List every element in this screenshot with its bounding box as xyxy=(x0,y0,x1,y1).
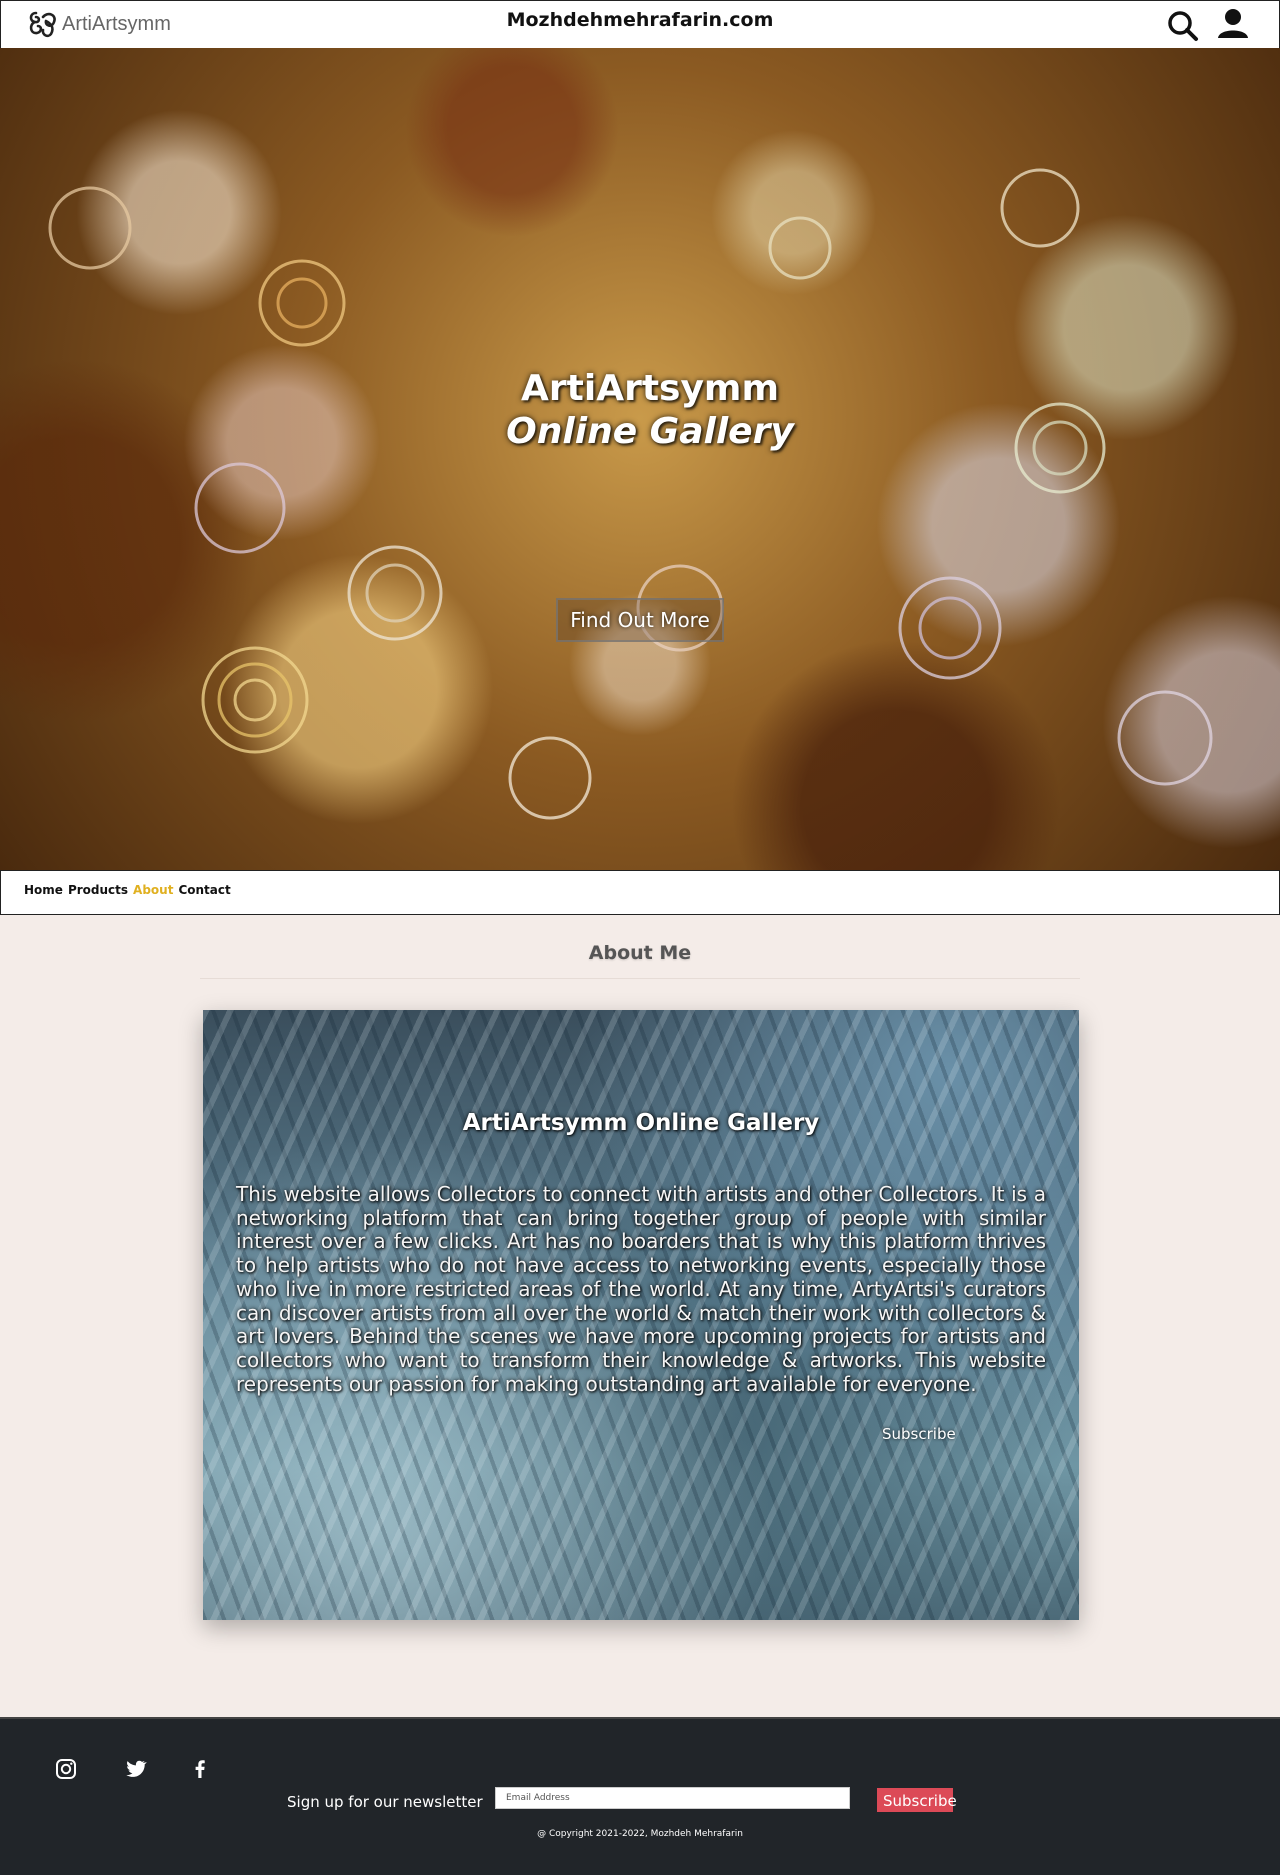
nav-bar: Home Products About Contact xyxy=(0,870,1280,915)
nav-item-home[interactable]: Home xyxy=(24,883,63,897)
logo-text: ArtiArtsymm xyxy=(62,12,171,35)
find-out-more-button[interactable]: Find Out More xyxy=(556,598,724,642)
top-header: ArtiArtsymm Mozhdehmehrafarin.com xyxy=(0,0,1280,49)
about-card: ArtiArtsymm Online Gallery This website … xyxy=(203,1010,1079,1620)
card-subscribe-link[interactable]: Subscribe xyxy=(882,1425,956,1443)
copyright-text: @ Copyright 2021-2022, Mozhdeh Mehrafari… xyxy=(537,1829,743,1839)
logo-icon xyxy=(29,11,56,38)
hero-title: ArtiArtsymm xyxy=(521,368,779,409)
card-title: ArtiArtsymm Online Gallery xyxy=(462,1110,820,1136)
newsletter-label: Sign up for our newsletter xyxy=(287,1793,483,1811)
section-title: About Me xyxy=(200,942,1080,979)
hero-heading: ArtiArtsymm Online Gallery xyxy=(0,368,1280,452)
site-title: Mozhdehmehrafarin.com xyxy=(506,9,774,31)
nav-item-about[interactable]: About xyxy=(133,883,173,897)
nav-item-contact[interactable]: Contact xyxy=(178,883,230,897)
subscribe-button[interactable]: Subscribe xyxy=(877,1788,957,1812)
hero-artwork xyxy=(48,168,1213,820)
nav-item-products[interactable]: Products xyxy=(68,883,128,897)
card-text: This website allows Collectors to connec… xyxy=(236,1182,1046,1396)
hero-banner: ArtiArtsymm Online Gallery Find Out More xyxy=(0,48,1280,870)
email-input[interactable] xyxy=(495,1787,850,1809)
user-icon[interactable] xyxy=(1215,7,1251,43)
hero-subtitle: Online Gallery xyxy=(506,411,794,452)
footer: Sign up for our newsletter Subscribe @ C… xyxy=(0,1717,1280,1875)
logo[interactable]: ArtiArtsymm xyxy=(26,6,171,42)
twitter-icon[interactable] xyxy=(123,1757,147,1781)
facebook-icon[interactable] xyxy=(188,1757,212,1781)
instagram-icon[interactable] xyxy=(54,1757,78,1781)
search-icon[interactable] xyxy=(1165,7,1201,43)
